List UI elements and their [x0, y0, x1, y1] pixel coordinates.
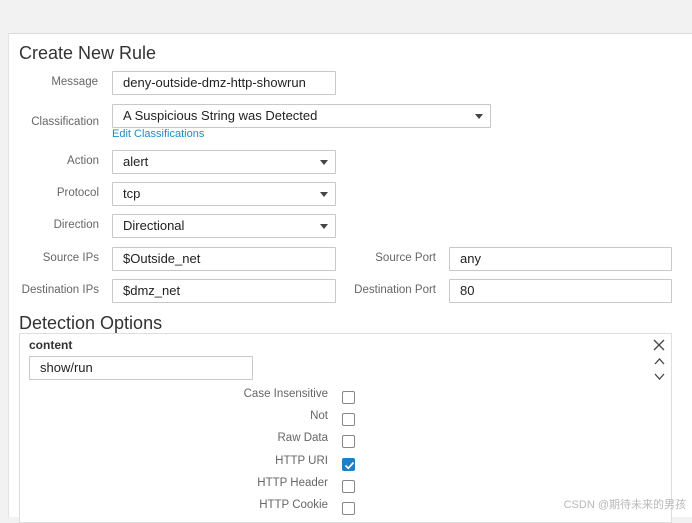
page-title: Create New Rule: [19, 43, 157, 63]
checkbox-http-header[interactable]: [342, 480, 355, 493]
action-label: Action: [67, 155, 99, 167]
checkbox-case-insensitive[interactable]: [342, 391, 355, 404]
classification-select[interactable]: A Suspicious String was Detected: [112, 104, 491, 128]
source-port-label: Source Port: [375, 252, 436, 264]
destination-ips-label: Destination IPs: [21, 284, 99, 296]
chevron-down-icon[interactable]: [654, 373, 665, 381]
caret-down-icon: [320, 224, 328, 229]
destination-port-label: Destination Port: [354, 284, 436, 296]
checkbox-not[interactable]: [342, 413, 355, 426]
checkbox-raw-data[interactable]: [342, 435, 355, 448]
option-label-http-cookie: HTTP Cookie: [259, 499, 328, 511]
direction-label: Direction: [53, 219, 99, 231]
option-label-case-insensitive: Case Insensitive: [243, 388, 328, 400]
edit-classifications-link[interactable]: Edit Classifications: [112, 128, 204, 140]
classification-label: Classification: [31, 116, 99, 128]
caret-down-icon: [320, 160, 328, 165]
direction-select[interactable]: Directional: [112, 214, 336, 238]
destination-port-input[interactable]: 80: [449, 279, 672, 303]
source-port-input[interactable]: any: [449, 247, 672, 271]
classification-value: A Suspicious String was Detected: [123, 108, 318, 123]
watermark: CSDN @期待未来的男孩: [563, 499, 686, 511]
option-label-raw-data: Raw Data: [277, 432, 329, 444]
protocol-label: Protocol: [56, 187, 99, 199]
option-label-http-header: HTTP Header: [257, 477, 328, 489]
message-input[interactable]: deny-outside-dmz-http-showrun: [112, 71, 336, 95]
content-input[interactable]: show/run: [29, 356, 253, 380]
content-label: content: [29, 338, 73, 352]
option-label-not: Not: [310, 410, 328, 422]
checkbox-http-uri[interactable]: [342, 458, 355, 471]
caret-down-icon: [475, 114, 483, 119]
chevron-up-icon[interactable]: [654, 357, 665, 365]
detection-options-title: Detection Options: [19, 313, 163, 333]
close-icon[interactable]: [653, 339, 665, 351]
option-label-http-uri: HTTP URI: [275, 455, 328, 467]
protocol-select[interactable]: tcp: [112, 182, 336, 206]
source-ips-label: Source IPs: [42, 252, 99, 264]
direction-value: Directional: [123, 218, 185, 233]
action-select[interactable]: alert: [112, 150, 336, 174]
checkbox-http-cookie[interactable]: [342, 502, 355, 515]
destination-ips-input[interactable]: $dmz_net: [112, 279, 336, 303]
checkmark-icon: [344, 461, 355, 470]
source-ips-input[interactable]: $Outside_net: [112, 247, 336, 271]
caret-down-icon: [320, 192, 328, 197]
action-value: alert: [123, 154, 149, 169]
protocol-value: tcp: [123, 186, 141, 201]
message-label: Message: [51, 76, 98, 88]
